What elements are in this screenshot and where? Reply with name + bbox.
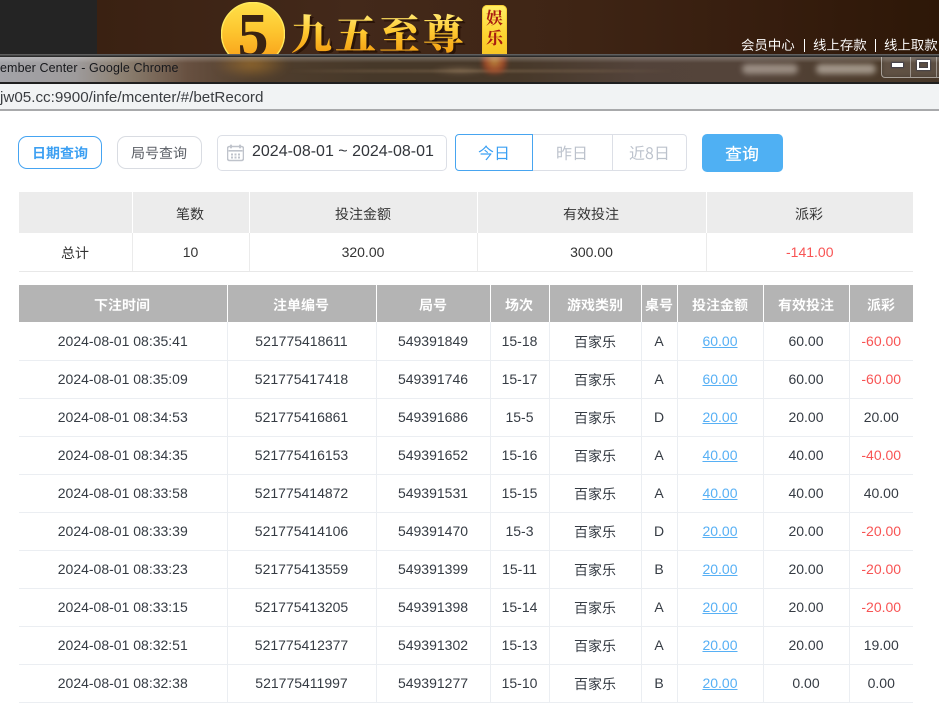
svg-text:5: 5 [238,2,269,54]
